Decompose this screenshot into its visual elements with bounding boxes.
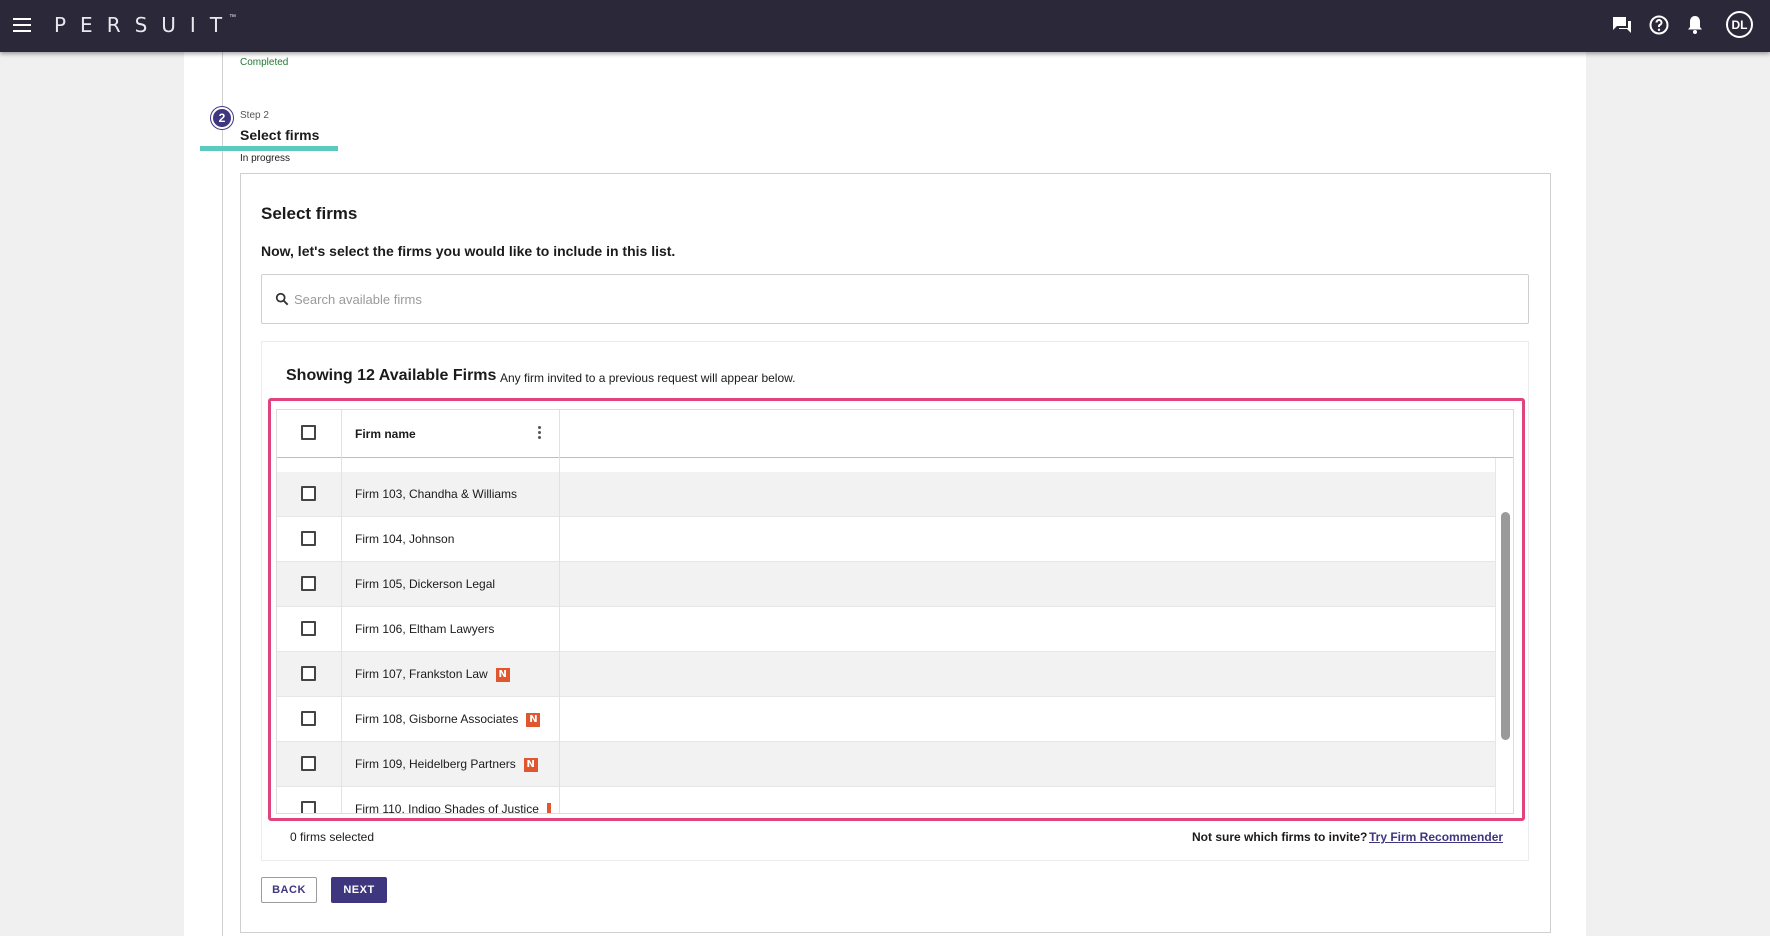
next-button[interactable]: NEXT	[331, 877, 387, 903]
new-badge: N	[495, 667, 510, 682]
firm-name: Firm 110, Indigo Shades of Justice N	[355, 802, 551, 814]
step-label: Step 2	[240, 110, 269, 121]
stepper-line	[222, 52, 223, 936]
column-header-firm-name[interactable]: Firm name	[355, 427, 416, 441]
trademark-mark: ™	[229, 14, 236, 21]
firm-name: Firm 103, Chandha & Williams	[355, 487, 517, 501]
table-row[interactable]: Firm 105, Dickerson Legal	[277, 562, 1495, 607]
available-firms-heading: Showing 12 Available Firms	[286, 367, 497, 384]
vertical-scrollbar[interactable]	[1495, 458, 1513, 813]
firm-name: Firm 105, Dickerson Legal	[355, 577, 495, 591]
step-status: In progress	[240, 153, 291, 164]
table-row[interactable]: Firm 106, Eltham Lawyers	[277, 607, 1495, 652]
table-row[interactable]: Firm 109, Heidelberg Partners N	[277, 742, 1495, 787]
persuit-logo[interactable]: PERSUIT	[54, 13, 236, 37]
firms-table: Firm name Firm 103, Chandha & Williams F…	[276, 409, 1514, 814]
row-checkbox[interactable]	[301, 711, 316, 726]
firm-name-text: Firm 104, Johnson	[355, 532, 455, 546]
new-badge: N	[523, 757, 538, 772]
hamburger-menu-icon[interactable]	[13, 14, 33, 38]
firm-name: Firm 109, Heidelberg Partners N	[355, 757, 538, 772]
column-menu-icon[interactable]	[535, 425, 543, 441]
firm-name: Firm 108, Gisborne Associates N	[355, 712, 541, 727]
firm-name: Firm 107, Frankston Law N	[355, 667, 510, 682]
row-checkbox[interactable]	[301, 756, 316, 771]
firm-name-text: Firm 105, Dickerson Legal	[355, 577, 496, 591]
firm-recommender-link[interactable]: Try Firm Recommender	[1369, 830, 1503, 844]
firm-name-text: Firm 107, Frankston Law	[355, 667, 488, 681]
search-box	[261, 274, 1529, 324]
firm-name-text: Firm 108, Gisborne Associates	[355, 712, 519, 726]
search-input[interactable]	[294, 287, 1494, 311]
step-title: Select firms	[240, 127, 320, 143]
select-all-checkbox[interactable]	[301, 425, 316, 440]
help-icon[interactable]	[1647, 13, 1671, 37]
row-checkbox[interactable]	[301, 666, 316, 681]
table-row[interactable]: Firm 103, Chandha & Williams	[277, 472, 1495, 517]
firm-name-text: Firm 106, Eltham Lawyers	[355, 622, 495, 636]
available-firms-note: Any firm invited to a previous request w…	[500, 371, 796, 385]
step-number-badge: 2	[211, 107, 233, 129]
row-checkbox[interactable]	[301, 486, 316, 501]
search-icon	[275, 292, 289, 306]
table-body: Firm 103, Chandha & Williams Firm 104, J…	[277, 472, 1495, 814]
row-checkbox[interactable]	[301, 531, 316, 546]
selected-count: 0 firms selected	[290, 830, 375, 844]
recommender-prompt: Not sure which firms to invite?	[1192, 830, 1368, 844]
table-row[interactable]: Firm 107, Frankston Law N	[277, 652, 1495, 697]
new-badge: N	[546, 802, 551, 813]
table-row[interactable]: Firm 104, Johnson	[277, 517, 1495, 562]
firm-name: Firm 106, Eltham Lawyers	[355, 622, 494, 636]
card-title: Select firms	[261, 204, 358, 223]
new-badge: N	[526, 712, 541, 727]
user-avatar[interactable]: DL	[1726, 11, 1753, 38]
row-checkbox[interactable]	[301, 576, 316, 591]
row-checkbox[interactable]	[301, 621, 316, 636]
active-step-indicator	[200, 146, 338, 151]
firm-name-text: Firm 103, Chandha & Williams	[355, 487, 518, 501]
top-bar: PERSUIT ™ DL	[0, 0, 1770, 52]
table-row[interactable]: Firm 110, Indigo Shades of Justice N	[277, 787, 1495, 814]
back-button[interactable]: BACK	[261, 877, 317, 903]
chat-icon[interactable]	[1610, 13, 1634, 37]
firm-name-text: Firm 109, Heidelberg Partners	[355, 757, 516, 771]
table-row[interactable]: Firm 108, Gisborne Associates N	[277, 697, 1495, 742]
firm-name-text: Firm 110, Indigo Shades of Justice	[355, 802, 539, 814]
firm-name: Firm 104, Johnson	[355, 532, 454, 546]
scrollbar-thumb[interactable]	[1501, 512, 1510, 740]
table-header: Firm name	[277, 410, 1513, 458]
card-description: Now, let's select the firms you would li…	[261, 243, 676, 259]
previous-step-status: Completed	[240, 57, 289, 68]
bell-icon[interactable]	[1683, 13, 1707, 37]
row-checkbox[interactable]	[301, 801, 316, 813]
